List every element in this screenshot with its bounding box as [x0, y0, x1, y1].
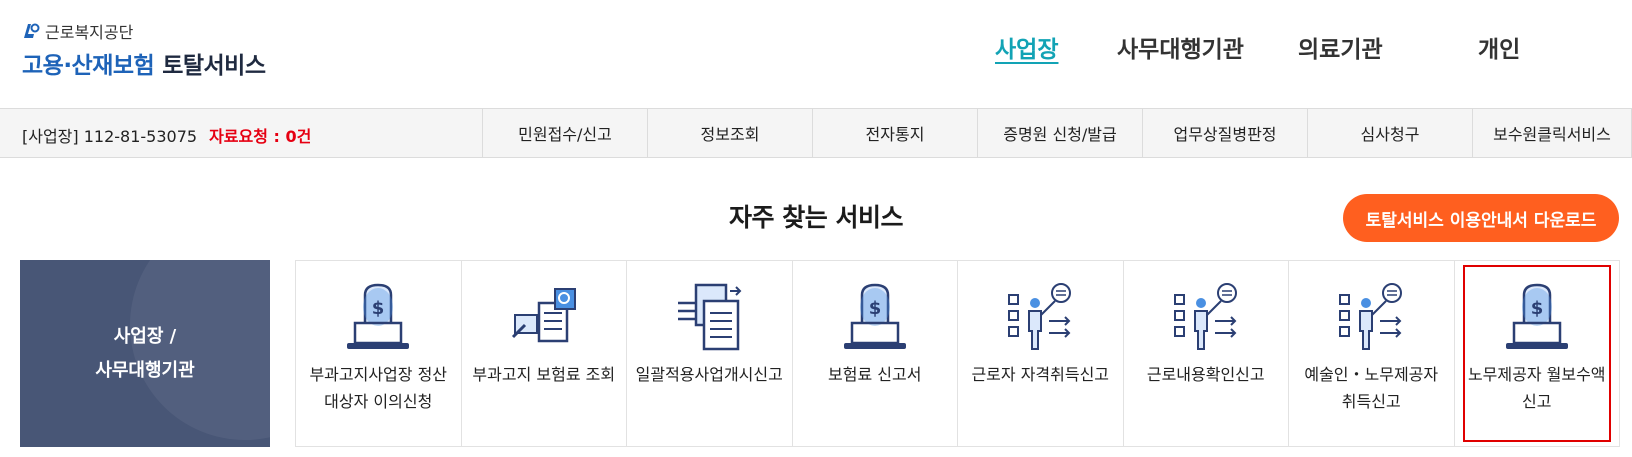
svg-text:$: $ — [1530, 298, 1543, 319]
menu-wage-one-click[interactable]: 보수원클릭서비스 — [1472, 109, 1632, 157]
presenter-checklist-icon — [1336, 279, 1406, 355]
money-laptop-icon: $ — [1502, 279, 1572, 355]
service-label: 근로자 자격취득신고 — [971, 365, 1110, 384]
presenter-checklist-icon — [1005, 279, 1075, 355]
business-info: [사업장] 112-81-53075 자료요청 : 0건 — [22, 123, 311, 147]
service-label: 예술인・노무제공자 취득신고 — [1304, 365, 1439, 411]
category-label-line2: 사무대행기관 — [95, 360, 195, 381]
sub-menu: 민원접수/신고 정보조회 전자통지 증명원 신청/발급 업무상질병판정 심사청구… — [482, 109, 1632, 157]
service-item[interactable]: 근로자 자격취득신고 — [958, 261, 1124, 446]
svg-text:$: $ — [372, 298, 385, 319]
category-label: 사업장 / 사무대행기관 — [20, 320, 270, 388]
service-label: 노무제공자 월보수액 신고 — [1467, 365, 1606, 411]
menu-info-inquiry[interactable]: 정보조회 — [647, 109, 812, 157]
nav-business[interactable]: 사업장 — [995, 30, 1058, 64]
service-label: 근로내용확인신고 — [1146, 365, 1265, 384]
category-business-agency[interactable]: 사업장 / 사무대행기관 — [20, 260, 270, 447]
service-item[interactable]: $ 부과고지사업장 정산대상자 이의신청 — [296, 261, 462, 446]
document-transfer-icon — [674, 279, 744, 355]
service-item[interactable]: 예술인・노무제공자 취득신고 — [1289, 261, 1455, 446]
menu-e-notice[interactable]: 전자통지 — [812, 109, 977, 157]
site-header: 근로복지공단 고용·산재보험 토탈서비스 사업장 사무대행기관 의료기관 개인 — [0, 0, 1632, 108]
service-label: 일괄적용사업개시신고 — [635, 365, 783, 384]
menu-review-request[interactable]: 심사청구 — [1307, 109, 1472, 157]
main-nav: 사업장 사무대행기관 의료기관 개인 — [0, 30, 1632, 70]
service-item[interactable]: 부과고지 보험료 조회 — [462, 261, 627, 446]
money-laptop-icon: $ — [840, 279, 910, 355]
service-item[interactable]: 일괄적용사업개시신고 — [627, 261, 793, 446]
menu-civil-petition[interactable]: 민원접수/신고 — [482, 109, 647, 157]
money-laptop-icon: $ — [343, 279, 413, 355]
data-request-status[interactable]: 자료요청 : 0건 — [209, 127, 311, 146]
presenter-checklist-icon — [1171, 279, 1241, 355]
service-label: 보험료 신고서 — [828, 365, 922, 384]
category-label-line1: 사업장 / — [113, 326, 177, 347]
service-item-selected[interactable]: $ 노무제공자 월보수액 신고 — [1455, 261, 1620, 446]
business-number: [사업장] 112-81-53075 — [22, 127, 198, 146]
sub-menu-bar: [사업장] 112-81-53075 자료요청 : 0건 민원접수/신고 정보조회… — [0, 108, 1632, 158]
service-label: 부과고지 보험료 조회 — [472, 365, 616, 384]
document-search-icon — [509, 279, 579, 355]
nav-agency[interactable]: 사무대행기관 — [1117, 30, 1244, 64]
service-item[interactable]: $ 보험료 신고서 — [793, 261, 958, 446]
svg-text:$: $ — [868, 298, 881, 319]
service-item[interactable]: 근로내용확인신고 — [1124, 261, 1289, 446]
menu-certificate[interactable]: 증명원 신청/발급 — [977, 109, 1142, 157]
menu-occupational-disease[interactable]: 업무상질병판정 — [1142, 109, 1307, 157]
guide-download-button[interactable]: 토탈서비스 이용안내서 다운로드 — [1343, 194, 1619, 242]
nav-individual[interactable]: 개인 — [1478, 30, 1520, 64]
nav-medical[interactable]: 의료기관 — [1298, 30, 1383, 64]
service-grid: $ 부과고지사업장 정산대상자 이의신청 부과고지 보험료 조회 일괄적용사업개… — [295, 260, 1620, 447]
service-label: 부과고지사업장 정산대상자 이의신청 — [309, 365, 448, 411]
